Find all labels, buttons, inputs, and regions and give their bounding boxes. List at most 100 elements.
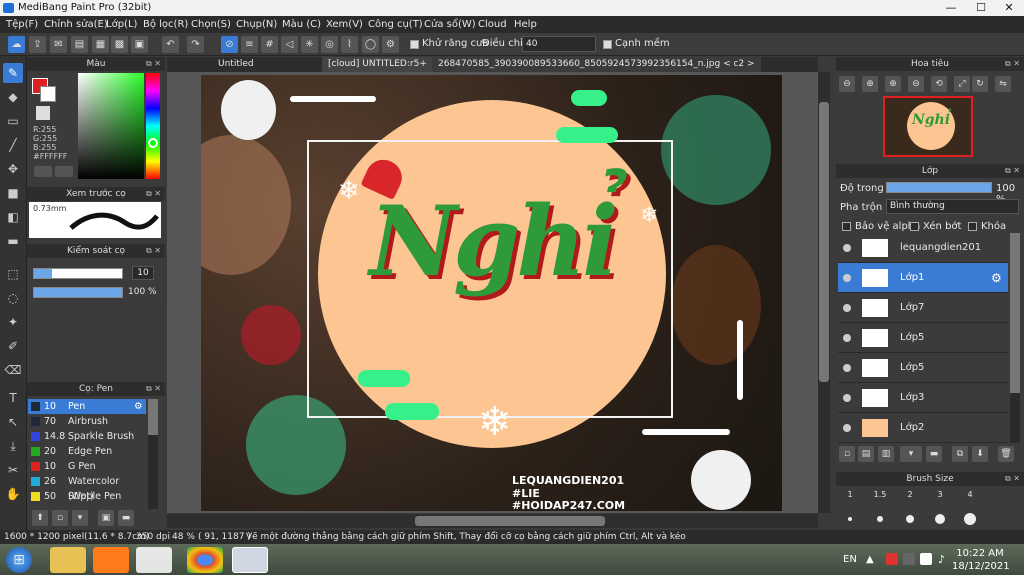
navigator-thumbnail[interactable]: Nghỉ <box>883 96 973 157</box>
divide-tool-icon[interactable]: ✂ <box>3 460 23 480</box>
tab-cloud[interactable]: [cloud] UNTITLED:r5+ <box>322 57 433 72</box>
brush-new-icon[interactable]: ▫ <box>52 510 68 526</box>
duplicate-layer-icon[interactable]: ⧉ <box>952 446 968 462</box>
brush-opacity-slider[interactable] <box>33 287 123 298</box>
layer-row[interactable]: lequangdien201 <box>838 233 1008 263</box>
protect-alpha-checkbox[interactable] <box>842 222 851 231</box>
ellipse-snap-icon[interactable]: ◯ <box>362 36 379 53</box>
select-eraser-tool-icon[interactable]: ⌫ <box>3 360 23 380</box>
menu-capture[interactable]: Chụp(N) <box>236 16 277 33</box>
minimize-button[interactable]: — <box>936 0 966 16</box>
tray-arrow-icon[interactable]: ▲ <box>866 554 874 565</box>
tab-untitled[interactable]: Untitled <box>212 57 260 72</box>
eraser-tool-icon[interactable]: ◆ <box>3 87 23 107</box>
zoom-out-icon[interactable]: ⊖ <box>839 76 855 92</box>
menu-color[interactable]: Màu (C) <box>282 16 321 33</box>
zoom-out-icon[interactable]: ⊖ <box>908 76 924 92</box>
merge-layer-icon[interactable]: ⬇ <box>972 446 988 462</box>
menu-edit[interactable]: Chỉnh sửa(E) <box>44 16 108 33</box>
select-pen-tool-icon[interactable]: ✐ <box>3 336 23 356</box>
grid-icon[interactable]: ▩ <box>111 36 128 53</box>
gradient-tool-icon[interactable]: ▬ <box>3 231 23 251</box>
volume-icon[interactable]: ♪ <box>938 553 945 566</box>
brush-item[interactable]: 14.8 Sparkle Brush <box>28 429 146 444</box>
brush-item[interactable]: 20 Edge Pen <box>28 444 146 459</box>
radial-snap-icon[interactable]: ✳ <box>301 36 318 53</box>
snap-off-icon[interactable]: ⊘ <box>221 36 238 53</box>
panel-popout-icon[interactable]: ⧉ ✕ <box>146 244 161 258</box>
soft-edge-checkbox[interactable] <box>603 40 612 49</box>
menu-filter[interactable]: Bộ lọc(R) <box>143 16 188 33</box>
layer-scrollbar[interactable] <box>1010 233 1020 443</box>
medibang-icon[interactable] <box>232 547 268 573</box>
brush-copy-icon[interactable]: ▣ <box>98 510 114 526</box>
layer-row[interactable]: Lớp1 ⚙ <box>838 263 1008 293</box>
curve-snap-icon[interactable]: ⌇ <box>341 36 358 53</box>
brush-size-dot[interactable] <box>964 513 976 525</box>
new-8bit-layer-icon[interactable]: ▥ <box>878 446 894 462</box>
cloud-icon[interactable]: ☁ <box>8 36 25 53</box>
brush-item[interactable]: 10 Pen ⚙ <box>28 399 146 414</box>
new-layer-icon[interactable]: ▫ <box>839 446 855 462</box>
tray-app-icon[interactable] <box>886 553 898 565</box>
clock-date[interactable]: 18/12/2021 <box>952 561 1010 572</box>
language-indicator[interactable]: EN <box>843 554 857 565</box>
layer-opacity-slider[interactable] <box>886 182 992 193</box>
gear-icon[interactable]: ⚙ <box>991 263 1002 293</box>
brush-item[interactable]: 50 Stipple Pen <box>28 489 146 504</box>
color-swap-icon[interactable] <box>34 166 52 177</box>
eye-icon[interactable] <box>843 304 851 312</box>
eyedropper-tool-icon[interactable]: ⤓ <box>3 436 23 456</box>
gear-icon[interactable]: ⚙ <box>134 399 143 414</box>
layer-folder-icon[interactable]: ▬ <box>926 446 942 462</box>
panel-popout-icon[interactable]: ⧉ ✕ <box>146 187 161 201</box>
chrome-icon[interactable] <box>187 547 223 573</box>
text-tool-icon[interactable]: T <box>3 388 23 408</box>
undo-icon[interactable]: ↶ <box>162 36 179 53</box>
eye-icon[interactable] <box>843 334 851 342</box>
eye-icon[interactable] <box>843 274 851 282</box>
layer-row[interactable]: Lớp2 <box>838 413 1008 443</box>
panel-icon[interactable]: ▣ <box>131 36 148 53</box>
eye-icon[interactable] <box>843 424 851 432</box>
select-rect-tool-icon[interactable]: ▭ <box>3 111 23 131</box>
rotate-reset-icon[interactable]: ↻ <box>972 76 988 92</box>
brush-size-dot[interactable] <box>848 517 852 521</box>
marquee-tool-icon[interactable]: ⬚ <box>3 264 23 284</box>
operation-tool-icon[interactable]: ↖ <box>3 412 23 432</box>
menu-tools[interactable]: Công cụ(T) <box>368 16 423 33</box>
brush-size-option[interactable]: 2 <box>896 490 924 499</box>
eye-icon[interactable] <box>843 244 851 252</box>
transparent-swatch[interactable] <box>36 106 50 120</box>
start-icon[interactable]: ⊞ <box>6 547 32 573</box>
lasso-tool-icon[interactable]: ◌ <box>3 288 23 308</box>
hand-tool-icon[interactable]: ✋ <box>3 484 23 504</box>
antialias-checkbox[interactable] <box>410 40 419 49</box>
canvas-horizontal-scrollbar[interactable] <box>167 514 818 528</box>
zoom-in-icon[interactable]: ⊕ <box>885 76 901 92</box>
layer-row[interactable]: Lớp5 <box>838 323 1008 353</box>
tray-app-icon[interactable] <box>903 553 915 565</box>
bucket-tool-icon[interactable]: ◧ <box>3 207 23 227</box>
layer-row[interactable]: Lớp3 <box>838 383 1008 413</box>
layer-options-icon[interactable]: ▾ <box>900 446 922 462</box>
brush-size-option[interactable]: 1.5 <box>866 490 894 499</box>
brush-list-scrollbar[interactable] <box>148 399 158 509</box>
media-player-icon[interactable] <box>93 547 129 573</box>
tab-image[interactable]: 268470585_390390089533660_85059245739923… <box>432 57 761 72</box>
panel-popout-icon[interactable]: ⧉ ✕ <box>1005 164 1020 178</box>
menu-file[interactable]: Tệp(F) <box>6 16 38 33</box>
menu-help[interactable]: Help <box>514 16 537 33</box>
settings-icon[interactable]: ⚙ <box>382 36 399 53</box>
brush-item[interactable]: 70 Airbrush <box>28 414 146 429</box>
brush-size-option[interactable]: 4 <box>956 490 984 499</box>
close-button[interactable]: ✕ <box>994 0 1024 16</box>
share-icon[interactable]: ⇪ <box>29 36 46 53</box>
menu-select[interactable]: Chọn(S) <box>191 16 231 33</box>
hue-handle[interactable] <box>148 138 158 148</box>
delete-layer-icon[interactable]: 🗑 <box>998 446 1014 462</box>
brush-tool-icon[interactable]: ✎ <box>3 63 23 83</box>
new-halftone-layer-icon[interactable]: ▤ <box>858 446 874 462</box>
pen-tool-icon[interactable]: ╱ <box>3 135 23 155</box>
color-reset-icon[interactable] <box>55 166 73 177</box>
